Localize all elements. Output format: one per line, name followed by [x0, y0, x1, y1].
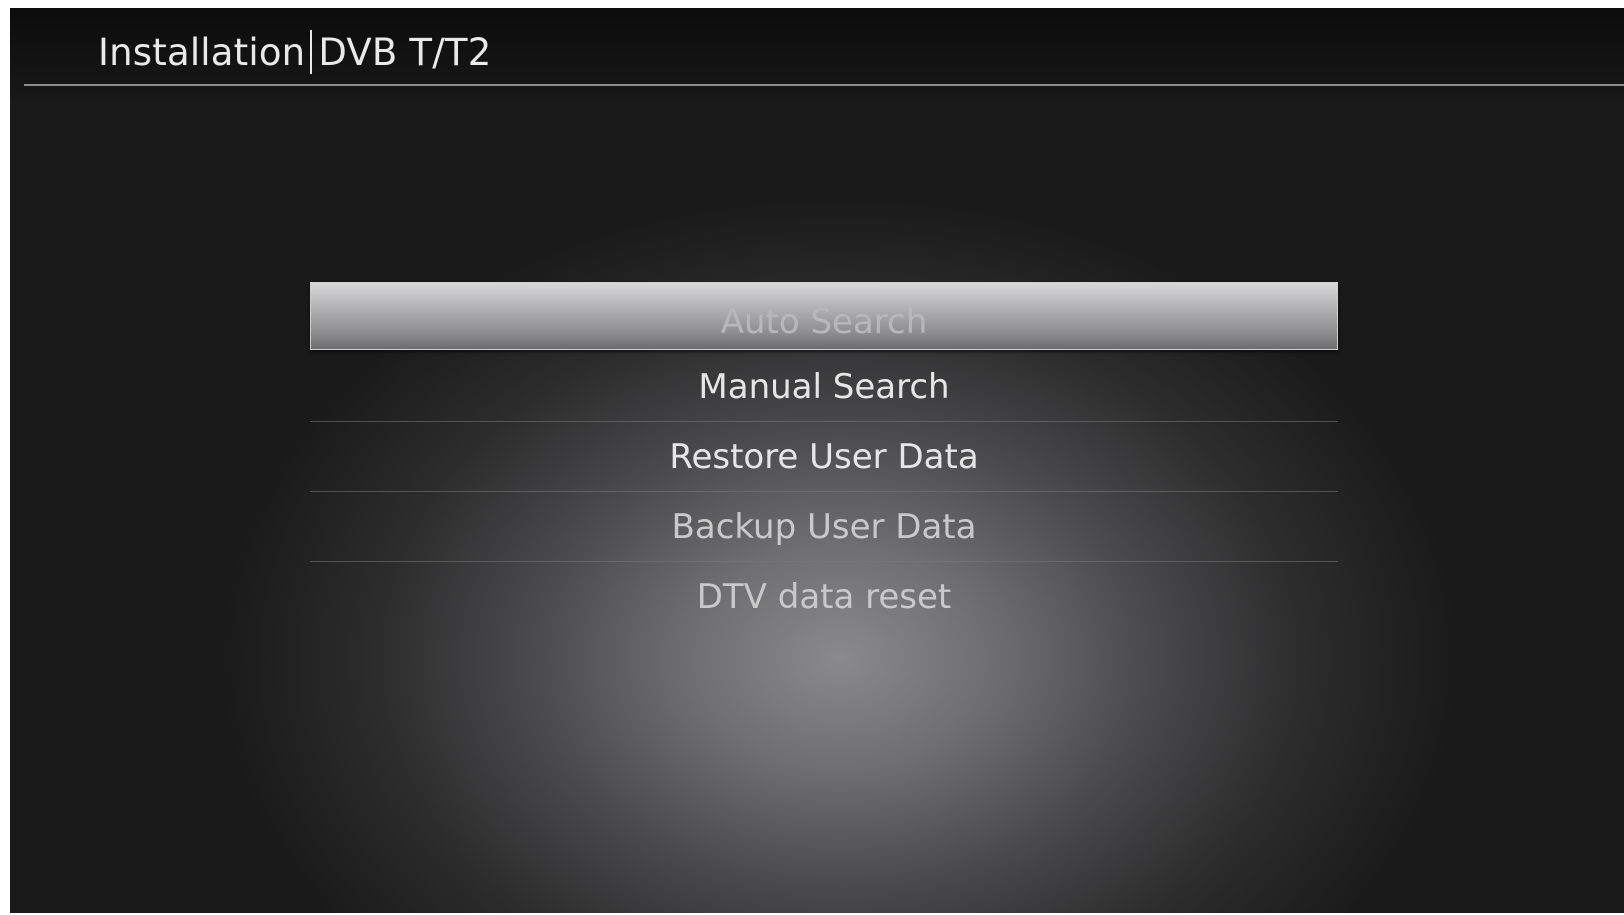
menu-item-label: Restore User Data: [669, 436, 979, 477]
menu-item-auto-search[interactable]: Auto Search: [310, 282, 1338, 350]
menu-item-manual-search[interactable]: Manual Search: [310, 352, 1338, 422]
page-title: Installation DVB T/T2: [98, 30, 491, 74]
menu-item-restore-user-data[interactable]: Restore User Data: [310, 422, 1338, 492]
menu-item-label: Manual Search: [698, 366, 950, 407]
header-divider: [24, 84, 1624, 86]
tv-screen: Installation DVB T/T2 Auto Search Manual…: [10, 8, 1624, 913]
title-separator: [310, 30, 313, 74]
menu-item-label: Auto Search: [720, 302, 928, 342]
installation-menu: Auto Search Manual Search Restore User D…: [310, 282, 1338, 632]
menu-item-backup-user-data[interactable]: Backup User Data: [310, 492, 1338, 562]
menu-item-label: Backup User Data: [671, 506, 977, 547]
title-section: Installation: [98, 30, 306, 74]
menu-item-dtv-data-reset[interactable]: DTV data reset: [310, 562, 1338, 632]
title-subsection: DVB T/T2: [318, 30, 492, 74]
menu-item-label: DTV data reset: [696, 577, 952, 617]
